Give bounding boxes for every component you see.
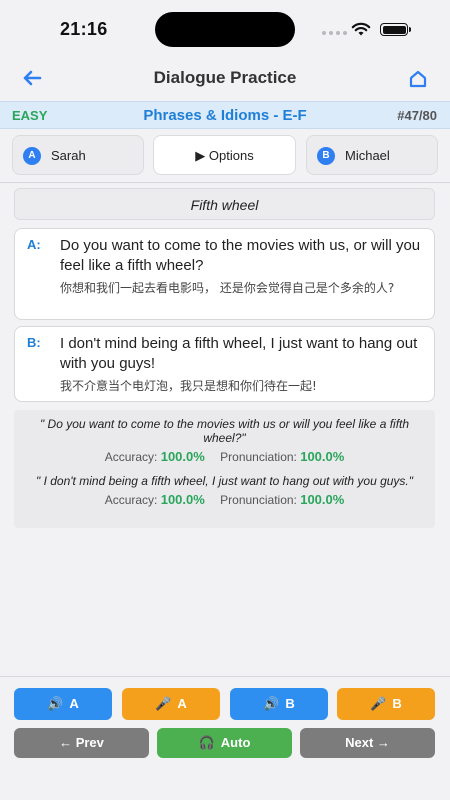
results-panel: " Do you want to come to the movies with… (14, 410, 435, 528)
status-time: 21:16 (60, 19, 108, 39)
tab-speaker-a[interactable]: A Sarah (12, 135, 144, 175)
wifi-icon (351, 22, 371, 36)
status-bar: 21:16 (0, 0, 450, 56)
auto-button[interactable]: 🎧 Auto (157, 728, 292, 758)
recognized-text: " I don't mind being a fifth wheel, I ju… (35, 474, 414, 488)
speaker-icon: 🔊 (47, 696, 64, 711)
speaker-a-badge: A (23, 147, 41, 165)
item-counter: #47/80 (397, 108, 437, 123)
score-row: Accuracy: 100.0% Pronunciation: 100.0% (14, 492, 435, 507)
next-button[interactable]: Next → (300, 728, 435, 758)
nav-header: Dialogue Practice (0, 56, 450, 100)
chinese-line: 我不介意当个电灯泡，我只是想和你们待在一起! (60, 379, 317, 393)
accuracy-label: Accuracy: (104, 450, 158, 464)
recognized-text: " Do you want to come to the movies with… (39, 417, 410, 445)
prev-button[interactable]: ← Prev (14, 728, 149, 758)
options-label: ▶ Options (195, 148, 254, 163)
english-line: I don't mind being a fifth wheel, I just… (60, 335, 418, 372)
speaker-tabs: A Sarah ▶ Options B Michael (12, 135, 438, 175)
play-b-label: B (285, 696, 295, 711)
dialogue-card-b[interactable]: B: I don't mind being a fifth wheel, I j… (14, 326, 435, 402)
speaker-label: B: (27, 335, 41, 350)
speaker-b-name: Michael (345, 148, 390, 163)
auto-label: Auto (220, 735, 251, 750)
dynamic-island (155, 12, 295, 47)
play-b-button[interactable]: 🔊 B (230, 688, 328, 720)
pronunciation-label: Pronunciation: (220, 450, 297, 464)
battery-icon (380, 23, 411, 36)
headphones-icon: 🎧 (198, 735, 215, 750)
dialogue-card-a[interactable]: A: Do you want to come to the movies wit… (14, 228, 435, 320)
score-row: Accuracy: 100.0% Pronunciation: 100.0% (14, 449, 435, 464)
microphone-icon: 🎤 (370, 696, 387, 711)
tab-speaker-b[interactable]: B Michael (306, 135, 438, 175)
category-title: Phrases & Idioms - E-F (143, 107, 307, 124)
pronunciation-value: 100.0% (300, 449, 345, 464)
speaker-label: A: (27, 237, 41, 252)
record-b-button[interactable]: 🎤 B (337, 688, 435, 720)
speaker-a-name: Sarah (51, 148, 86, 163)
divider (0, 676, 450, 677)
pronunciation-value: 100.0% (300, 492, 345, 507)
play-a-label: A (69, 696, 79, 711)
accuracy-value: 100.0% (160, 492, 205, 507)
microphone-icon: 🎤 (155, 696, 172, 711)
speaker-icon: 🔊 (263, 696, 280, 711)
record-a-button[interactable]: 🎤 A (122, 688, 220, 720)
record-b-label: B (392, 696, 402, 711)
english-line: Do you want to come to the movies with u… (60, 237, 421, 274)
home-icon[interactable] (405, 66, 431, 92)
options-button[interactable]: ▶ Options (153, 135, 296, 175)
pronunciation-label: Pronunciation: (220, 493, 297, 507)
chinese-line: 你想和我们一起去看电影吗， 还是你会觉得自己是个多余的人? (60, 281, 395, 295)
cellular-signal-icon (322, 31, 348, 37)
play-a-button[interactable]: 🔊 A (14, 688, 112, 720)
record-a-label: A (177, 696, 187, 711)
phrase-title: Fifth wheel (14, 188, 435, 220)
result-item: " I don't mind being a fifth wheel, I ju… (14, 474, 435, 507)
result-item: " Do you want to come to the movies with… (14, 417, 435, 464)
speaker-b-badge: B (317, 147, 335, 165)
accuracy-value: 100.0% (160, 449, 205, 464)
divider (0, 182, 450, 183)
page-title: Dialogue Practice (153, 68, 297, 87)
level-bar: EASY Phrases & Idioms - E-F #47/80 (0, 101, 450, 129)
accuracy-label: Accuracy: (104, 493, 158, 507)
